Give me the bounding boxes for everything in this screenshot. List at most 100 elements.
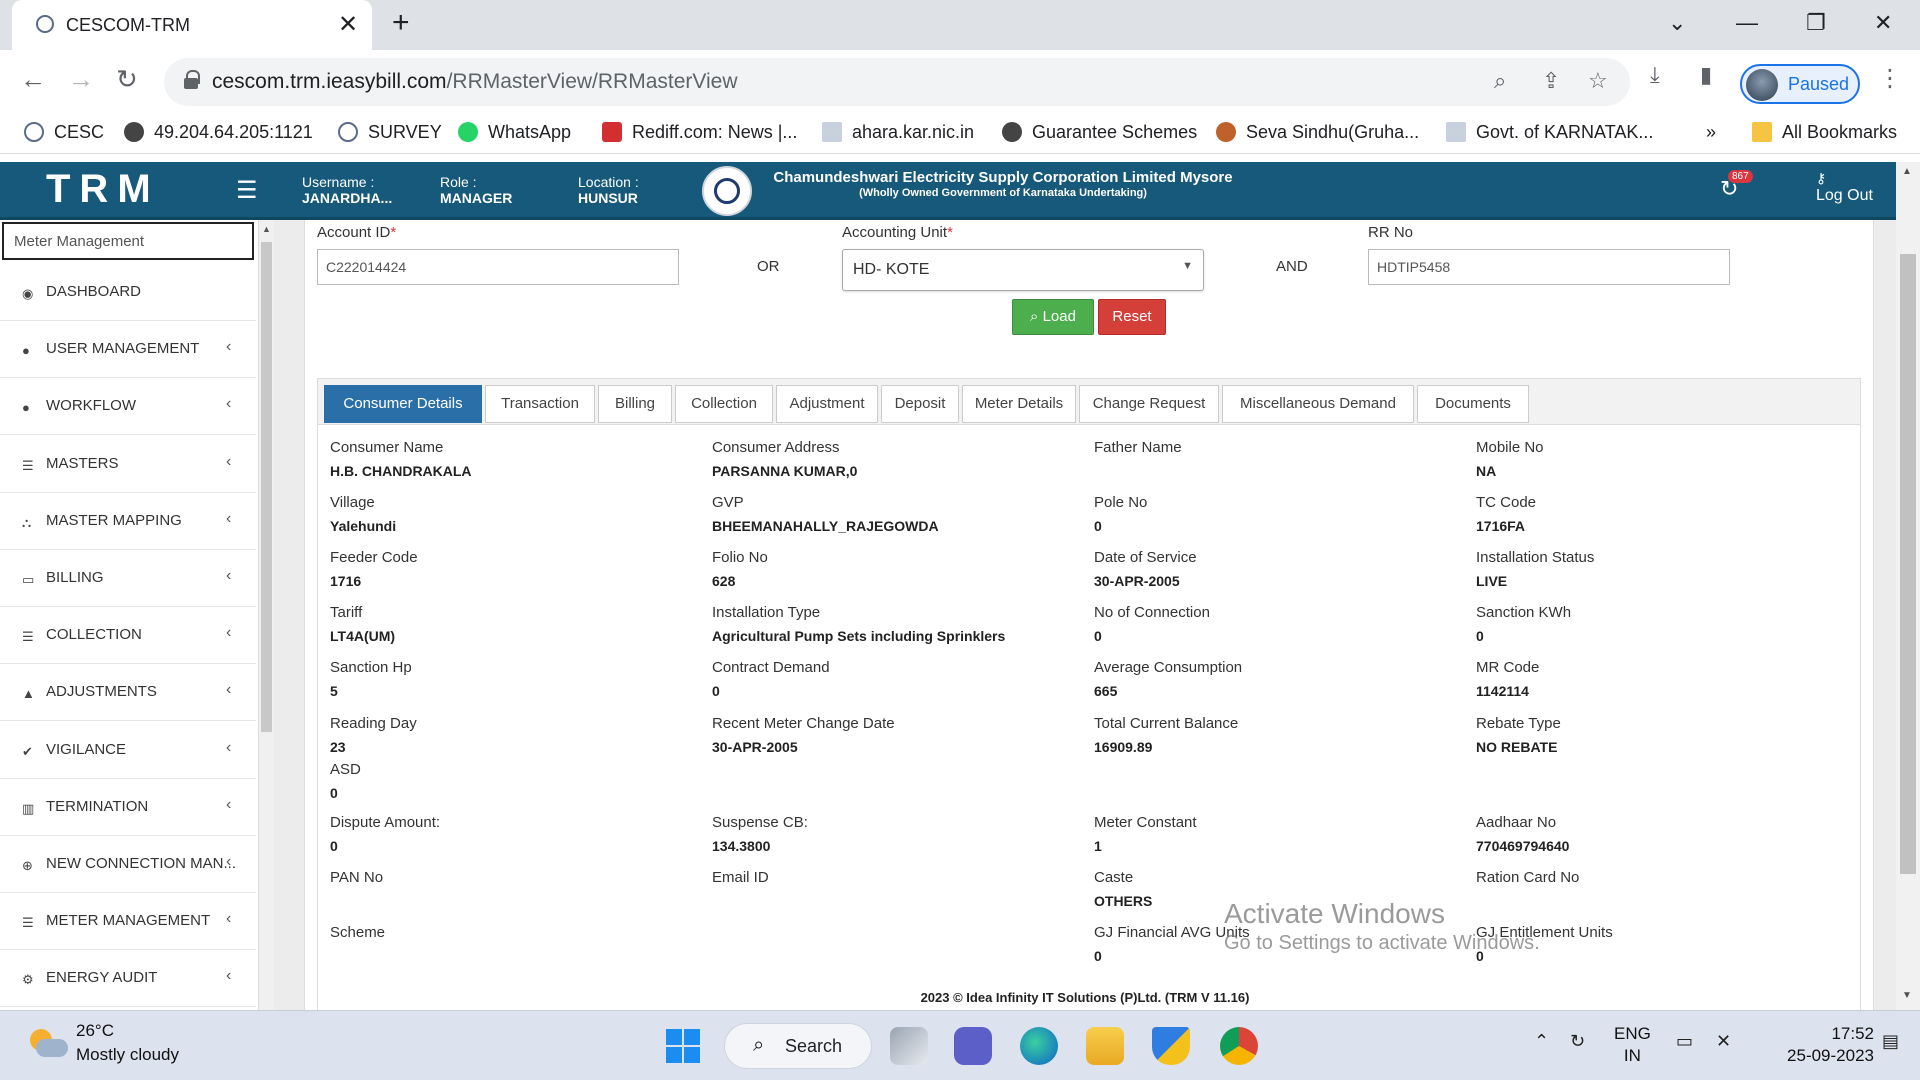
forward-icon[interactable]: → — [68, 64, 94, 95]
sidebar-item-collection[interactable]: ☰ COLLECTION ‹ — [0, 607, 256, 665]
account-id-label: Account ID* — [317, 224, 397, 241]
sidebar-item-billing[interactable]: ▭ BILLING ‹ — [0, 550, 256, 607]
weather-icon[interactable] — [28, 1029, 68, 1057]
share-icon[interactable]: ⇪ — [1542, 68, 1560, 94]
sidebar-scrollbar[interactable]: ▲ — [258, 220, 274, 1010]
network-icon[interactable]: ▭ — [1676, 1031, 1693, 1052]
menu-search-input[interactable] — [2, 222, 254, 260]
account-id-input[interactable] — [317, 249, 679, 285]
new-tab-icon[interactable]: + — [392, 6, 410, 40]
tab-adjustment[interactable]: Adjustment — [776, 385, 878, 423]
url-text[interactable]: cescom.trm.ieasybill.com/RRMasterView/RR… — [212, 70, 738, 94]
notifications-icon[interactable]: ▤ — [1882, 1031, 1899, 1052]
tab-billing[interactable]: Billing — [598, 385, 672, 423]
sidebar-scroll-up-icon[interactable]: ▲ — [262, 224, 271, 234]
start-menu-icon[interactable] — [666, 1029, 700, 1063]
list-icon: ☰ — [22, 629, 34, 645]
hamburger-menu-icon[interactable]: ☰ — [236, 176, 258, 205]
cesc-icon — [24, 122, 44, 142]
tab-deposit[interactable]: Deposit — [881, 385, 959, 423]
volume-muted-icon[interactable]: ✕ — [1716, 1031, 1731, 1052]
sidebar-item-meter-management[interactable]: ☰ METER MANAGEMENT ‹ — [0, 893, 256, 951]
edge-browser-icon[interactable] — [1020, 1027, 1058, 1065]
close-window-icon[interactable]: ✕ — [1874, 10, 1892, 36]
teams-chat-icon[interactable] — [954, 1027, 992, 1065]
rr-no-input[interactable] — [1368, 249, 1730, 285]
weather-temperature[interactable]: 26°C — [76, 1021, 114, 1041]
all-bookmarks[interactable]: All Bookmarks — [1752, 122, 1897, 143]
detail-value: 665 — [1094, 683, 1118, 699]
address-bar[interactable]: cescom.trm.ieasybill.com/RRMasterView/RR… — [164, 58, 1630, 106]
sync-icon[interactable]: ↻ — [1570, 1031, 1585, 1052]
bookmark-govt[interactable]: Govt. of KARNATAK... — [1446, 122, 1653, 143]
tab-meter-details[interactable]: Meter Details — [962, 385, 1076, 423]
minimize-icon[interactable]: — — [1736, 10, 1758, 36]
download-icon[interactable]: ⤓ — [1650, 62, 1660, 88]
bookmark-star-icon[interactable]: ☆ — [1588, 68, 1608, 94]
detail-value: 0 — [1476, 948, 1484, 964]
tab-change-request[interactable]: Change Request — [1079, 385, 1219, 423]
sidebar-item-adjustments[interactable]: ▲ ADJUSTMENTS ‹ — [0, 664, 256, 722]
scroll-up-icon[interactable]: ▲ — [1902, 166, 1912, 177]
side-panel-icon[interactable]: ▮ — [1700, 62, 1712, 88]
tab-transaction[interactable]: Transaction — [485, 385, 595, 423]
sidebar-item-label: WORKFLOW — [46, 397, 136, 415]
tab-collection[interactable]: Collection — [675, 385, 773, 423]
sidebar-item-user-management[interactable]: ● USER MANAGEMENT ‹ — [0, 321, 256, 379]
sidebar-item-masters[interactable]: ☰ MASTERS ‹ — [0, 436, 256, 493]
sidebar-item-label: MASTER MAPPING — [46, 511, 182, 529]
sidebar-item-workflow[interactable]: ● WORKFLOW ‹ — [0, 378, 256, 436]
taskbar-search[interactable]: ⌕ Search — [724, 1023, 872, 1069]
page-scrollbar[interactable]: ▲ ▼ — [1896, 162, 1920, 1010]
consumer-tab-container: Consumer Details Transaction Billing Collec… — [317, 378, 1861, 1010]
restore-icon[interactable]: ❐ — [1806, 10, 1826, 36]
bookmark-seva-sindhu[interactable]: Seva Sindhu(Gruha... — [1216, 122, 1419, 143]
sidebar-item-master-mapping[interactable]: ⛬ MASTER MAPPING ‹ — [0, 493, 256, 550]
detail-value: 0 — [1094, 518, 1102, 534]
close-tab-icon[interactable]: ✕ — [338, 10, 358, 39]
bookmark-ip[interactable]: 49.204.64.205:1121 — [124, 122, 313, 143]
bookmark-whatsapp[interactable]: WhatsApp — [458, 122, 571, 143]
tab-documents[interactable]: Documents — [1417, 385, 1529, 423]
task-view-icon[interactable] — [890, 1027, 928, 1065]
bookmark-guarantee[interactable]: Guarantee Schemes — [1002, 122, 1197, 143]
tab-search-chevron-icon[interactable]: ⌄ — [1668, 10, 1686, 36]
sidebar-scrollbar-thumb[interactable] — [261, 242, 272, 732]
tab-miscellaneous-demand[interactable]: Miscellaneous Demand — [1222, 385, 1414, 423]
system-clock[interactable]: 17:52 25-09-2023 — [1762, 1023, 1874, 1067]
back-icon[interactable]: ← — [20, 64, 46, 95]
reload-icon[interactable]: ↻ — [116, 64, 138, 95]
profile-button[interactable]: Paused — [1740, 64, 1860, 104]
sidebar-item-termination[interactable]: ▥ TERMINATION ‹ — [0, 779, 256, 836]
security-shield-icon[interactable] — [1152, 1027, 1190, 1065]
accounting-unit-select[interactable]: HD- KOTE ▼ — [842, 249, 1204, 291]
input-language[interactable]: ENG IN — [1614, 1023, 1651, 1067]
reset-button[interactable]: Reset — [1098, 299, 1166, 335]
bookmark-ahara[interactable]: ahara.kar.nic.in — [822, 122, 974, 143]
file-explorer-icon[interactable] — [1086, 1027, 1124, 1065]
scroll-down-icon[interactable]: ▼ — [1902, 990, 1912, 1001]
browser-tab[interactable]: CESCOM-TRM ✕ — [12, 0, 372, 50]
bookmark-rediff[interactable]: Rediff.com: News |... — [602, 122, 797, 143]
bookmark-survey[interactable]: SURVEY — [338, 122, 442, 143]
sidebar-item-vigilance[interactable]: ✔ VIGILANCE ‹ — [0, 722, 256, 779]
tray-overflow-chevron-icon[interactable]: ⌃ — [1534, 1031, 1549, 1052]
weather-condition[interactable]: Mostly cloudy — [76, 1045, 179, 1065]
bookmark-cesc[interactable]: CESC — [24, 122, 104, 143]
detail-value: 134.3800 — [712, 838, 771, 854]
chrome-browser-icon[interactable] — [1220, 1027, 1258, 1065]
sidebar-item-energy-audit[interactable]: ⚙ ENERGY AUDIT ‹ — [0, 950, 256, 1008]
sidebar-item-label: ADJUSTMENTS — [46, 683, 157, 701]
list-icon: ☰ — [22, 457, 34, 473]
page-scrollbar-thumb[interactable] — [1900, 254, 1916, 874]
site-favicon-icon — [36, 15, 54, 33]
bookmarks-overflow-icon[interactable]: » — [1706, 122, 1716, 143]
sidebar-item-dashboard[interactable]: ◉ DASHBOARD — [0, 264, 256, 321]
sidebar-item-new-connection-man[interactable]: ⊕ NEW CONNECTION MAN... ‹ — [0, 836, 256, 893]
load-button[interactable]: ⌕ Load — [1012, 299, 1094, 335]
logout-button[interactable]: ⚷ Log Out — [1816, 170, 1873, 205]
detail-label: MR Code — [1476, 659, 1540, 676]
tab-consumer-details[interactable]: Consumer Details — [324, 385, 482, 423]
zoom-icon[interactable]: ⌕ — [1494, 68, 1506, 94]
browser-menu-icon[interactable]: ⋮ — [1878, 64, 1902, 93]
